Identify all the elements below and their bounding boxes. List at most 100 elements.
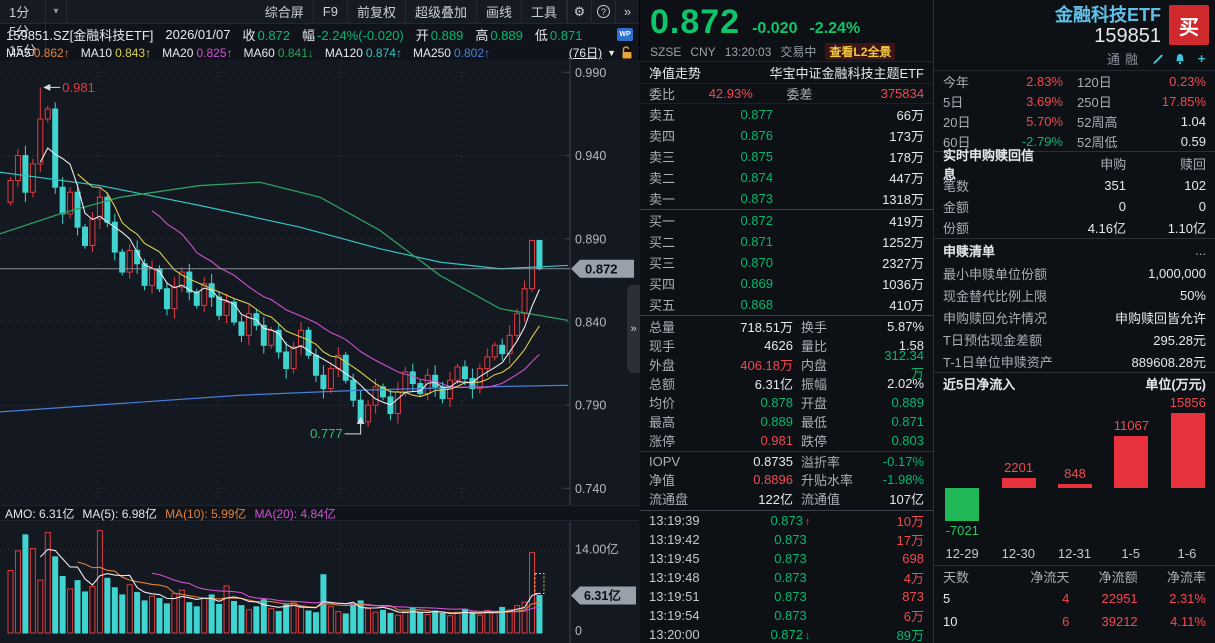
period-dropdown-icon[interactable]: ▾	[46, 0, 66, 23]
flow-bar-1-6[interactable]	[1171, 413, 1205, 488]
creation-value: 50%	[1180, 288, 1206, 303]
sub-subscribe-value: 4.16亿	[1046, 218, 1126, 237]
toolbar-more-icon[interactable]: »	[615, 0, 639, 23]
alert-bell-icon[interactable]	[1172, 51, 1187, 66]
perf-label: 52周高	[1077, 112, 1139, 131]
settings-gear-icon[interactable]: ⚙	[567, 0, 591, 23]
stat-label: 总额	[649, 374, 705, 393]
subscription-row-0: 笔数351102	[934, 175, 1215, 196]
ma-legend-ma10: MA100.843↑	[81, 46, 151, 60]
tick-row-3[interactable]: 13:19:480.8734万	[640, 568, 933, 587]
panel-collapse-handle[interactable]: »	[627, 285, 640, 373]
candle-body	[269, 330, 274, 345]
toolbar-tool-2[interactable]: 前复权	[348, 0, 406, 23]
toolbar-tool-0[interactable]: 综合屏	[256, 0, 314, 23]
ask-row-2[interactable]: 卖三0.875178万	[640, 146, 933, 167]
perf-row-1: 5日3.69%250日17.85%	[934, 91, 1215, 111]
tick-row-0[interactable]: 13:19:390.873↑10万	[640, 511, 933, 530]
volume-bar	[209, 595, 214, 633]
volume-chart[interactable]: 14.00亿06.31亿	[0, 522, 640, 643]
stat-label: 溢折率	[801, 452, 873, 471]
l2-panorama-link[interactable]: 查看L2全景	[825, 43, 895, 60]
tick-row-4[interactable]: 13:19:510.873873	[640, 587, 933, 606]
flow-bar-12-31[interactable]	[1058, 484, 1092, 488]
volume-bar	[112, 588, 117, 633]
help-icon[interactable]: ?	[591, 0, 615, 23]
flow-bar-1-5[interactable]	[1114, 436, 1148, 488]
high-annotation-value: 0.981	[62, 80, 95, 95]
buy-button[interactable]: 买	[1169, 5, 1209, 45]
creation-list-row-0: 最小申赎单位份额1,000,000	[934, 262, 1215, 284]
ma-legend-bar: MA50.862↑MA100.843↑MA200.825↑MA600.841↓M…	[0, 45, 639, 60]
toolbar-tool-4[interactable]: 画线	[477, 0, 522, 23]
tick-row-1[interactable]: 13:19:420.87317万	[640, 530, 933, 549]
volume-bar	[306, 611, 311, 633]
price-axis-label: 0.990	[575, 66, 606, 80]
ohlc-field-2: 开0.889	[416, 25, 464, 44]
ask-price: 0.877	[701, 107, 813, 122]
stat-label: 升贴水率	[801, 470, 873, 489]
instrument-symbol: 159851.SZ[金融科技ETF]	[6, 25, 153, 44]
flow-table-cell: 4.11%	[1138, 614, 1206, 629]
add-plus-icon[interactable]: +	[1194, 51, 1209, 66]
tick-volume: 89万	[862, 625, 924, 643]
ohlc-field-value: -2.24%(-0.020)	[317, 28, 404, 43]
ask-row-0[interactable]: 卖五0.87766万	[640, 104, 933, 125]
toolbar-tool-1[interactable]: F9	[314, 0, 348, 23]
bid-volume: 1252万	[813, 232, 925, 251]
more-ellipsis[interactable]: ...	[1195, 243, 1206, 258]
stat-label: 换手	[801, 317, 873, 336]
bid-row-3[interactable]: 买四0.8691036万	[640, 273, 933, 294]
flow-table-row-1[interactable]: 106392124.11%	[934, 610, 1215, 633]
flow-table-row-0[interactable]: 54229512.31%	[934, 587, 1215, 610]
ask-row-4[interactable]: 卖一0.8731318万	[640, 188, 933, 209]
ask-row-1[interactable]: 卖四0.876173万	[640, 125, 933, 146]
ask-price: 0.873	[701, 191, 813, 206]
flow-table-cell: 22951	[1069, 591, 1137, 606]
flow-bar-chart[interactable]: -702122018481106715856	[934, 393, 1215, 543]
period-selector[interactable]: (76日)	[569, 44, 602, 61]
tick-direction-arrow-icon: ↓	[805, 630, 811, 642]
stat-value: 5.87%	[873, 319, 924, 334]
toolbar-tool-5[interactable]: 工具	[522, 0, 567, 23]
wp-window-icon[interactable]: WP	[617, 28, 633, 41]
volume-bar	[291, 602, 296, 633]
volume-bar	[15, 551, 20, 633]
period-caret-icon[interactable]: ▼	[607, 48, 616, 58]
ma-label: MA250	[413, 46, 451, 60]
ma-legend-items: MA50.862↑MA100.843↑MA200.825↑MA600.841↓M…	[6, 46, 490, 60]
tick-row-2[interactable]: 13:19:450.873698	[640, 549, 933, 568]
volume-bar	[232, 601, 237, 633]
flow-bar-12-29[interactable]	[945, 488, 979, 521]
tick-row-5[interactable]: 13:19:540.8736万	[640, 606, 933, 625]
volume-bar	[239, 606, 244, 633]
ask-label: 卖四	[649, 126, 701, 145]
flow-date-axis: 12-2912-3012-311-51-6	[934, 543, 1215, 563]
candlestick-chart[interactable]: 0.9900.9400.8900.8400.7900.7400.8720.981…	[0, 60, 640, 505]
flow-bar-value: 2201	[989, 460, 1049, 475]
perf-label: 20日	[943, 112, 985, 131]
toolbar-tool-3[interactable]: 超级叠加	[406, 0, 477, 23]
bid-row-2[interactable]: 买三0.8702327万	[640, 252, 933, 273]
stat-label: 均价	[649, 393, 705, 412]
flow-bar-12-30[interactable]	[1002, 478, 1036, 488]
nav-trend-link[interactable]: 净值走势	[649, 63, 701, 82]
amo-ma20: MA(20): 4.84亿	[254, 505, 335, 522]
ask-label: 卖二	[649, 168, 701, 187]
flow-bar-value: 848	[1045, 466, 1105, 481]
toolbar-view-2[interactable]: 1分	[0, 2, 46, 21]
flow-unit: 单位(万元)	[1145, 374, 1206, 393]
flow-summary-table: 天数净流天净流额净流率54229512.31%106392124.11%	[934, 565, 1215, 633]
tick-row-6[interactable]: 13:20:000.872↓89万	[640, 625, 933, 643]
edit-pencil-icon[interactable]	[1150, 51, 1165, 66]
stat-value: 406.18万	[705, 355, 793, 374]
volume-axis-zero-label: 0	[575, 624, 582, 638]
bid-row-1[interactable]: 买二0.8711252万	[640, 231, 933, 252]
volume-bar	[448, 616, 453, 633]
bid-row-0[interactable]: 买一0.872419万	[640, 210, 933, 231]
unlock-icon[interactable]	[621, 46, 633, 59]
quote-panel: 0.872 -0.020 -2.24% SZSE CNY 13:20:03 交易…	[640, 0, 933, 643]
volume-bar	[142, 601, 147, 633]
ask-row-3[interactable]: 卖二0.874447万	[640, 167, 933, 188]
bid-row-4[interactable]: 买五0.868410万	[640, 294, 933, 315]
